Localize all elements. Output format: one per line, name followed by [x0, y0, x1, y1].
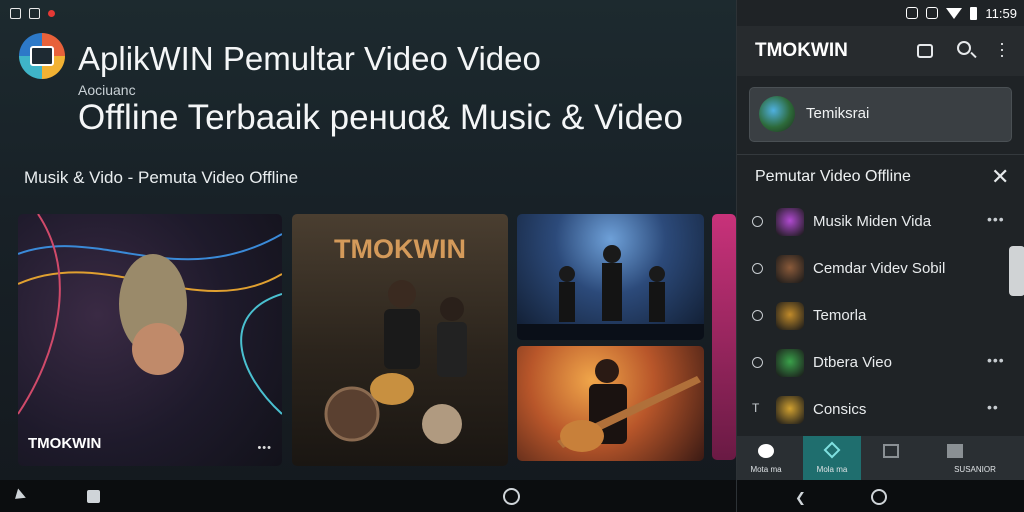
radio-icon[interactable] — [752, 216, 763, 227]
vibrate-icon — [926, 7, 939, 19]
flower-icon — [758, 444, 774, 458]
bottom-nav-label: Mota ma — [750, 465, 782, 474]
profile-name: Temiksrai — [806, 105, 870, 122]
pin-icon[interactable]: T — [752, 401, 763, 415]
home-icon[interactable] — [871, 489, 887, 505]
profile-card[interactable]: Temiksrai — [749, 87, 1012, 142]
card-artwork — [18, 214, 282, 415]
radio-icon[interactable] — [752, 357, 763, 368]
bottom-nav-label: SUSANIOR — [954, 465, 996, 474]
system-nav-bar: ❮ — [737, 480, 1024, 512]
alarm-icon — [906, 7, 919, 19]
list-item[interactable]: T Consics •• — [737, 391, 1024, 431]
bottom-nav-item[interactable] — [867, 436, 915, 480]
system-nav-bar — [0, 480, 736, 512]
panel-header: TMOKWIN — [737, 26, 1024, 76]
thumbnail — [776, 349, 804, 377]
list-item[interactable]: Dtbera Vieo ••• — [737, 344, 1024, 384]
list-item[interactable]: Cemdar Videv Sobil — [737, 250, 1024, 290]
bottom-nav-item[interactable]: SUSANIOR — [925, 436, 1024, 480]
thumbnail — [776, 255, 804, 283]
radio-icon[interactable] — [752, 310, 763, 321]
divider — [737, 154, 1024, 155]
status-bar-right: 11:59 — [737, 0, 1024, 26]
section-heading: Pemutar Video Offline — [755, 168, 911, 185]
bottom-nav: Mota ma Mola ma SUSANIOR — [737, 436, 1024, 480]
side-panel: 11:59 TMOKWIN · · · Temiksrai Pemutar Vide… — [736, 0, 1024, 512]
video-card[interactable]: TMOKWIN — [292, 214, 508, 466]
list-item-label: Musik Miden Vida — [813, 213, 932, 230]
card-title: TMOKWIN — [28, 435, 102, 452]
main-area: AplikWIN Pemultar Video Video Aociuanc O… — [0, 0, 736, 512]
home-icon[interactable] — [503, 488, 520, 505]
list-item-label: Dtbera Vieo — [813, 354, 892, 371]
back-icon[interactable]: ❮ — [795, 490, 806, 506]
wifi-icon — [946, 7, 963, 19]
avatar — [759, 96, 795, 132]
bottom-nav-item[interactable]: Mola ma — [803, 436, 861, 480]
search-icon[interactable] — [957, 41, 971, 55]
list-item[interactable]: Musik Miden Vida ••• — [737, 203, 1024, 243]
cast-icon[interactable] — [917, 44, 933, 58]
video-card[interactable] — [517, 214, 704, 340]
battery-icon — [970, 6, 978, 20]
thumbnail — [776, 208, 804, 236]
page-title: AplikWIN Pemultar Video Video — [78, 40, 541, 77]
bottom-nav-item[interactable]: Mota ma — [737, 436, 795, 480]
close-icon[interactable]: ✕ — [991, 166, 1009, 188]
app-logo-icon — [19, 33, 65, 79]
list-item[interactable]: Temorla — [737, 297, 1024, 337]
record-icon — [48, 9, 55, 17]
more-icon[interactable]: ••• — [987, 352, 1005, 368]
back-icon[interactable] — [11, 488, 26, 504]
status-bar-left — [0, 0, 736, 26]
radio-icon[interactable] — [752, 263, 763, 274]
more-icon[interactable]: •• — [987, 399, 999, 415]
diamond-icon — [823, 441, 841, 459]
thumbnail — [776, 302, 804, 330]
list-item-label: Temorla — [813, 307, 867, 324]
box-icon — [883, 444, 899, 458]
card-title: TMOKWIN — [334, 234, 466, 264]
video-card[interactable]: TMOKWIN ••• — [18, 214, 282, 466]
video-card[interactable] — [517, 346, 704, 461]
notification-icon — [10, 7, 21, 19]
video-card-partial[interactable] — [712, 214, 736, 460]
page-title-line-2: Offline Terbaaik peнuɑ& Music & Video — [78, 98, 683, 137]
section-label: Musik & Vido - Pemuta Video Offline — [24, 168, 299, 187]
card-artwork — [557, 359, 701, 452]
bottom-nav-label: Mola ma — [816, 465, 848, 474]
more-icon[interactable]: ••• — [987, 211, 1005, 227]
thumbnail — [776, 396, 804, 424]
notification-icon — [29, 7, 40, 19]
page-subtitle: Aociuanc — [78, 82, 136, 98]
recents-icon[interactable] — [87, 490, 100, 503]
clock: 11:59 — [985, 5, 1017, 21]
panel-title: TMOKWIN — [755, 40, 848, 61]
list-item-label: Consics — [813, 401, 867, 418]
card-artwork — [517, 245, 704, 340]
more-icon[interactable]: ••• — [257, 442, 272, 454]
more-vert-icon[interactable]: · · · — [999, 34, 1005, 64]
list-item-label: Cemdar Videv Sobil — [813, 260, 946, 277]
folder-icon — [947, 444, 963, 458]
